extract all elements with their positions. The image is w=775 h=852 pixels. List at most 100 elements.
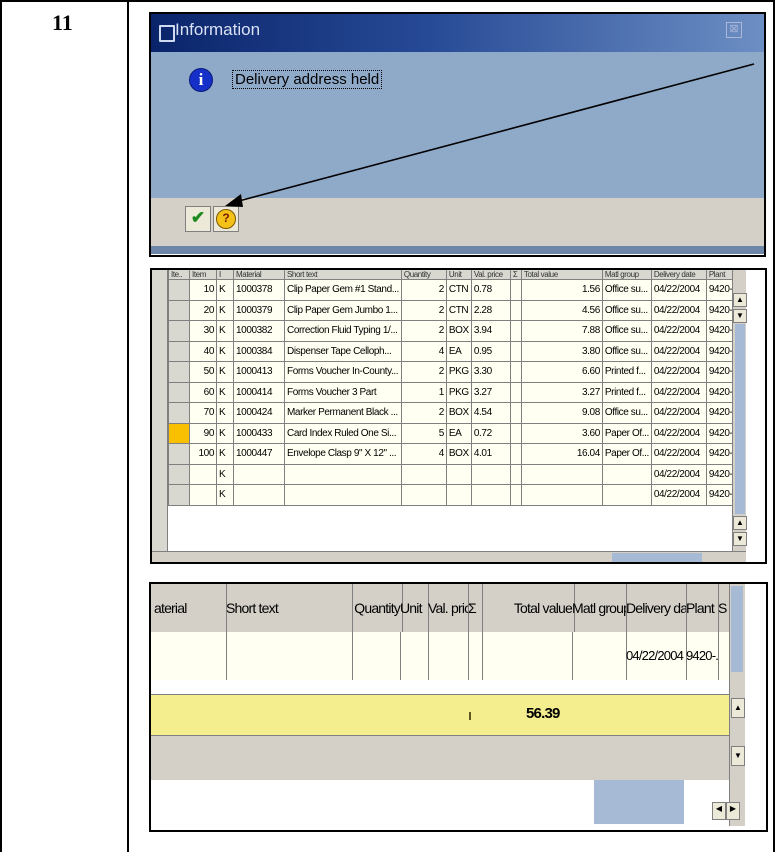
cell-item[interactable]: 20 — [189, 299, 217, 321]
cell-unit[interactable]: PKG — [445, 361, 472, 383]
cell-sigma[interactable] — [509, 463, 522, 485]
col-header-plant[interactable]: Plant — [683, 584, 719, 632]
cell-date[interactable]: 04/22/2004 — [650, 320, 707, 342]
cell-item[interactable]: 10 — [189, 279, 217, 301]
row-selector[interactable] — [168, 443, 190, 465]
cell-cat[interactable]: K — [216, 484, 234, 506]
cell-qty[interactable]: 2 — [400, 279, 447, 301]
cell-item[interactable]: 60 — [189, 381, 217, 403]
col-header-unit[interactable]: Unit — [445, 270, 472, 280]
scroll-down-icon-lower[interactable]: ▼ — [733, 532, 747, 546]
cell-group[interactable]: Paper Of... — [601, 443, 652, 465]
col-header-quantity[interactable]: Quantity — [349, 584, 403, 632]
cell-date[interactable]: 04/22/2004 — [650, 299, 707, 321]
cell-group[interactable]: Office su... — [601, 279, 652, 301]
row-selector[interactable] — [168, 463, 190, 485]
cell-sigma[interactable] — [509, 340, 522, 362]
cell-sigma[interactable] — [509, 361, 522, 383]
cell-group[interactable] — [601, 463, 652, 485]
cell-date[interactable]: 04/22/2004 — [650, 381, 707, 403]
scroll-down-icon[interactable]: ▼ — [731, 746, 745, 766]
cell-text[interactable] — [284, 484, 402, 506]
cell-material[interactable]: 1000382 — [233, 320, 285, 342]
cell-price[interactable]: 2.28 — [470, 299, 511, 321]
cell-item[interactable]: 90 — [189, 422, 217, 444]
scroll-left-icon[interactable]: ◀ — [712, 802, 726, 820]
col-header-material[interactable]: Material — [233, 270, 285, 280]
col-header-delivery-date[interactable]: Delivery date — [623, 584, 687, 632]
row-selector[interactable] — [168, 381, 190, 403]
cell-unit[interactable] — [445, 463, 472, 485]
row-selector[interactable] — [168, 422, 190, 444]
cell-material[interactable]: 1000433 — [233, 422, 285, 444]
table-row[interactable]: 50 K 1000413 Forms Voucher In-County... 2 PKG… — [168, 361, 744, 383]
row-selector[interactable] — [168, 361, 190, 383]
cell-unit[interactable]: EA — [445, 422, 472, 444]
cell-sigma[interactable] — [509, 381, 522, 403]
cell-total[interactable]: 4.56 — [520, 299, 603, 321]
cell-date[interactable]: 04/22/2004 — [650, 463, 707, 485]
cell-item[interactable]: 70 — [189, 402, 217, 424]
cell-text[interactable] — [284, 463, 402, 485]
cell-qty[interactable]: 4 — [400, 443, 447, 465]
cell-qty[interactable] — [400, 484, 447, 506]
col-header-short-text[interactable]: Short text — [223, 584, 353, 632]
scroll-thumb[interactable] — [735, 324, 745, 514]
cell-item[interactable] — [189, 484, 217, 506]
cell-text[interactable]: Correction Fluid Typing 1/... — [284, 320, 402, 342]
col-header-sigma[interactable]: Σ — [509, 270, 522, 280]
col-header-matl-group[interactable]: Matl group — [601, 270, 652, 280]
cell-cat[interactable]: K — [216, 299, 234, 321]
cell-total[interactable]: 6.60 — [520, 361, 603, 383]
cell-price[interactable]: 3.27 — [470, 381, 511, 403]
cell-cat[interactable]: K — [216, 279, 234, 301]
table-row[interactable]: 60 K 1000414 Forms Voucher 3 Part 1 PKG 3.27 3.… — [168, 381, 744, 403]
cell-unit[interactable]: CTN — [445, 299, 472, 321]
scroll-down-icon[interactable]: ▼ — [733, 309, 747, 323]
row-selector[interactable] — [168, 340, 190, 362]
scroll-up-icon-lower[interactable]: ▲ — [733, 516, 747, 530]
table-row[interactable]: 40 K 1000384 Dispenser Tape Celloph... 4 EA 0.… — [168, 340, 744, 362]
horizontal-scroll-thumb[interactable] — [612, 553, 702, 562]
cell-material[interactable]: 1000424 — [233, 402, 285, 424]
cell-item[interactable] — [189, 463, 217, 485]
scroll-thumb[interactable] — [731, 586, 743, 672]
cell-sigma[interactable] — [509, 279, 522, 301]
cell-price[interactable] — [470, 484, 511, 506]
cell-date[interactable]: 04/22/2004 — [650, 361, 707, 383]
cell-cat[interactable]: K — [216, 443, 234, 465]
cell-group[interactable] — [601, 484, 652, 506]
cell-material[interactable]: 1000378 — [233, 279, 285, 301]
cell-unit[interactable]: BOX — [445, 443, 472, 465]
cell-cat[interactable]: K — [216, 320, 234, 342]
cell-sigma[interactable] — [509, 320, 522, 342]
cell-text[interactable]: Clip Paper Gem #1 Stand... — [284, 279, 402, 301]
table-row[interactable]: 100 K 1000447 Envelope Clasp 9" X 12" ... 4 B… — [168, 443, 744, 465]
cell-price[interactable]: 4.01 — [470, 443, 511, 465]
col-header-delivery-date[interactable]: Delivery date — [650, 270, 707, 280]
col-header-total-value[interactable]: Total value — [479, 584, 575, 632]
col-header-val-price[interactable]: Val. price — [470, 270, 511, 280]
cell-date[interactable]: 04/22/2004 — [650, 340, 707, 362]
col-header-i[interactable]: I — [216, 270, 234, 280]
cell-material[interactable] — [233, 484, 285, 506]
cell-date[interactable]: 04/22/2004 — [650, 484, 707, 506]
cell-price[interactable]: 0.72 — [470, 422, 511, 444]
cell-total-value[interactable] — [479, 632, 573, 680]
scroll-up-icon[interactable]: ▲ — [733, 293, 747, 307]
col-header-ite[interactable]: Ite.. — [168, 270, 190, 280]
table-row[interactable]: 90 K 1000433 Card Index Ruled One Si... 5 EA 0… — [168, 422, 744, 444]
cell-total[interactable]: 9.08 — [520, 402, 603, 424]
scroll-up-icon[interactable]: ▲ — [731, 698, 745, 718]
cell-unit[interactable]: PKG — [445, 381, 472, 403]
col-header-total-value[interactable]: Total value — [520, 270, 603, 280]
scroll-right-icon[interactable]: ▶ — [726, 802, 740, 820]
col-header-matl-group[interactable]: Matl group — [569, 584, 627, 632]
cell-date[interactable]: 04/22/2004 — [650, 402, 707, 424]
cell-cat[interactable]: K — [216, 402, 234, 424]
cell-total[interactable] — [520, 463, 603, 485]
cell-unit[interactable]: BOX — [445, 402, 472, 424]
col-header-quantity[interactable]: Quantity — [400, 270, 447, 280]
cell-plant[interactable]: 9420-... — [683, 632, 719, 680]
cell-material[interactable] — [151, 632, 227, 680]
